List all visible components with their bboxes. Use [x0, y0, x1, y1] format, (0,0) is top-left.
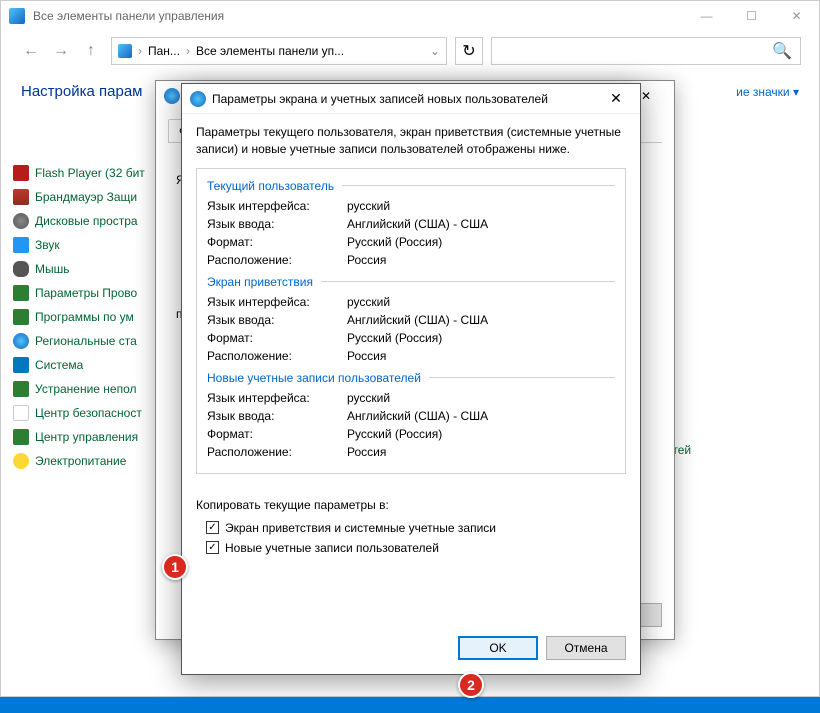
checkbox-label-new-users: Новые учетные записи пользователей	[225, 541, 439, 555]
storage-icon	[13, 213, 29, 229]
dialog-title: Параметры экрана и учетных записей новых…	[212, 92, 596, 106]
sidebar-item-storage[interactable]: Дисковые простра	[13, 209, 173, 233]
breadcrumb-1[interactable]: Пан...	[148, 44, 180, 58]
firewall-icon	[13, 189, 29, 205]
programs-icon	[13, 309, 29, 325]
up-button[interactable]: ↑	[79, 39, 103, 63]
dialog-description: Параметры текущего пользователя, экран п…	[196, 124, 626, 158]
sidebar-item-troubleshoot[interactable]: Устранение непол	[13, 377, 173, 401]
sidebar-item-power[interactable]: Электропитание	[13, 449, 173, 473]
label-lang-ui: Язык интерфейса:	[207, 391, 347, 405]
ok-button[interactable]: OK	[458, 636, 538, 660]
sidebar-item-flash[interactable]: Flash Player (32 бит	[13, 161, 173, 185]
close-button[interactable]: ✕	[774, 1, 819, 31]
minimize-button[interactable]: —	[684, 1, 729, 31]
cancel-button[interactable]: Отмена	[546, 636, 626, 660]
value-format: Русский (Россия)	[347, 331, 442, 345]
label-format: Формат:	[207, 235, 347, 249]
label-lang-ui: Язык интерфейса:	[207, 199, 347, 213]
section-welcome-screen: Экран приветствия	[207, 269, 615, 293]
label-lang-input: Язык ввода:	[207, 313, 347, 327]
window-title: Все элементы панели управления	[33, 9, 684, 23]
value-location: Россия	[347, 253, 386, 267]
chevron-right-icon: ›	[138, 44, 142, 58]
refresh-button[interactable]: ↻	[455, 37, 483, 65]
copy-section: Копировать текущие параметры в: ✓ Экран …	[196, 498, 626, 558]
annotation-badge-1: 1	[162, 554, 188, 580]
label-location: Расположение:	[207, 445, 347, 459]
taskbar	[0, 697, 820, 713]
section-new-users: Новые учетные записи пользователей	[207, 365, 615, 389]
value-format: Русский (Россия)	[347, 235, 442, 249]
value-lang-ui: русский	[347, 391, 390, 405]
breadcrumb-2[interactable]: Все элементы панели уп...	[196, 44, 344, 58]
main-titlebar: Все элементы панели управления — ☐ ✕	[1, 1, 819, 31]
wrench-icon	[13, 381, 29, 397]
value-lang-input: Английский (США) - США	[347, 217, 488, 231]
value-lang-ui: русский	[347, 199, 390, 213]
breadcrumb[interactable]: › Пан... › Все элементы панели уп... ⌄	[111, 37, 447, 65]
settings-groupbox: Текущий пользователь Язык интерфейса:рус…	[196, 168, 626, 474]
close-button[interactable]: ✕	[596, 85, 636, 113]
dialog-titlebar: Параметры экрана и учетных записей новых…	[182, 84, 640, 114]
label-location: Расположение:	[207, 253, 347, 267]
accounts-icon	[13, 429, 29, 445]
window-controls: — ☐ ✕	[684, 1, 819, 31]
view-dropdown[interactable]: ие значки ▾	[736, 85, 799, 99]
sidebar-item-mouse[interactable]: Мышь	[13, 257, 173, 281]
flash-icon	[13, 165, 29, 181]
label-location: Расположение:	[207, 349, 347, 363]
checkbox-label-welcome: Экран приветствия и системные учетные за…	[225, 521, 496, 535]
globe-icon	[164, 88, 180, 104]
label-format: Формат:	[207, 427, 347, 441]
annotation-badge-2: 2	[458, 672, 484, 698]
checkbox-welcome-screen[interactable]: ✓	[206, 521, 219, 534]
forward-button[interactable]: →	[49, 39, 73, 63]
copy-heading: Копировать текущие параметры в:	[196, 498, 626, 512]
sidebar-item-security[interactable]: Центр безопасност	[13, 401, 173, 425]
search-input[interactable]: 🔍	[491, 37, 801, 65]
chevron-down-icon[interactable]: ⌄	[430, 44, 440, 58]
sidebar-item-system[interactable]: Система	[13, 353, 173, 377]
value-lang-input: Английский (США) - США	[347, 313, 488, 327]
value-lang-input: Английский (США) - США	[347, 409, 488, 423]
breadcrumb-icon	[118, 44, 132, 58]
sidebar-item-explorer[interactable]: Параметры Прово	[13, 281, 173, 305]
label-format: Формат:	[207, 331, 347, 345]
checkbox-new-users[interactable]: ✓	[206, 541, 219, 554]
value-location: Россия	[347, 349, 386, 363]
flag-icon	[13, 405, 29, 421]
back-button[interactable]: ←	[19, 39, 43, 63]
welcome-settings-dialog: Параметры экрана и учетных записей новых…	[181, 83, 641, 675]
sidebar-item-accounts[interactable]: Центр управления	[13, 425, 173, 449]
mouse-icon	[13, 261, 29, 277]
globe-icon	[13, 333, 29, 349]
sidebar-item-sound[interactable]: Звук	[13, 233, 173, 257]
power-icon	[13, 453, 29, 469]
sidebar-item-programs[interactable]: Программы по ум	[13, 305, 173, 329]
search-icon: 🔍	[772, 41, 792, 61]
value-lang-ui: русский	[347, 295, 390, 309]
globe-icon	[190, 91, 206, 107]
value-location: Россия	[347, 445, 386, 459]
sidebar-item-firewall[interactable]: Брандмауэр Защи	[13, 185, 173, 209]
maximize-button[interactable]: ☐	[729, 1, 774, 31]
label-lang-input: Язык ввода:	[207, 217, 347, 231]
address-bar: ← → ↑ › Пан... › Все элементы панели уп.…	[9, 33, 811, 69]
chevron-right-icon: ›	[186, 44, 190, 58]
sidebar-item-region[interactable]: Региональные ста	[13, 329, 173, 353]
control-panel-icon	[9, 8, 25, 24]
sidebar: Flash Player (32 бит Брандмауэр Защи Дис…	[13, 161, 173, 473]
sound-icon	[13, 237, 29, 253]
system-icon	[13, 357, 29, 373]
folder-icon	[13, 285, 29, 301]
value-format: Русский (Россия)	[347, 427, 442, 441]
page-title: Настройка парам	[21, 83, 142, 100]
label-lang-ui: Язык интерфейса:	[207, 295, 347, 309]
section-current-user: Текущий пользователь	[207, 179, 615, 197]
label-lang-input: Язык ввода:	[207, 409, 347, 423]
